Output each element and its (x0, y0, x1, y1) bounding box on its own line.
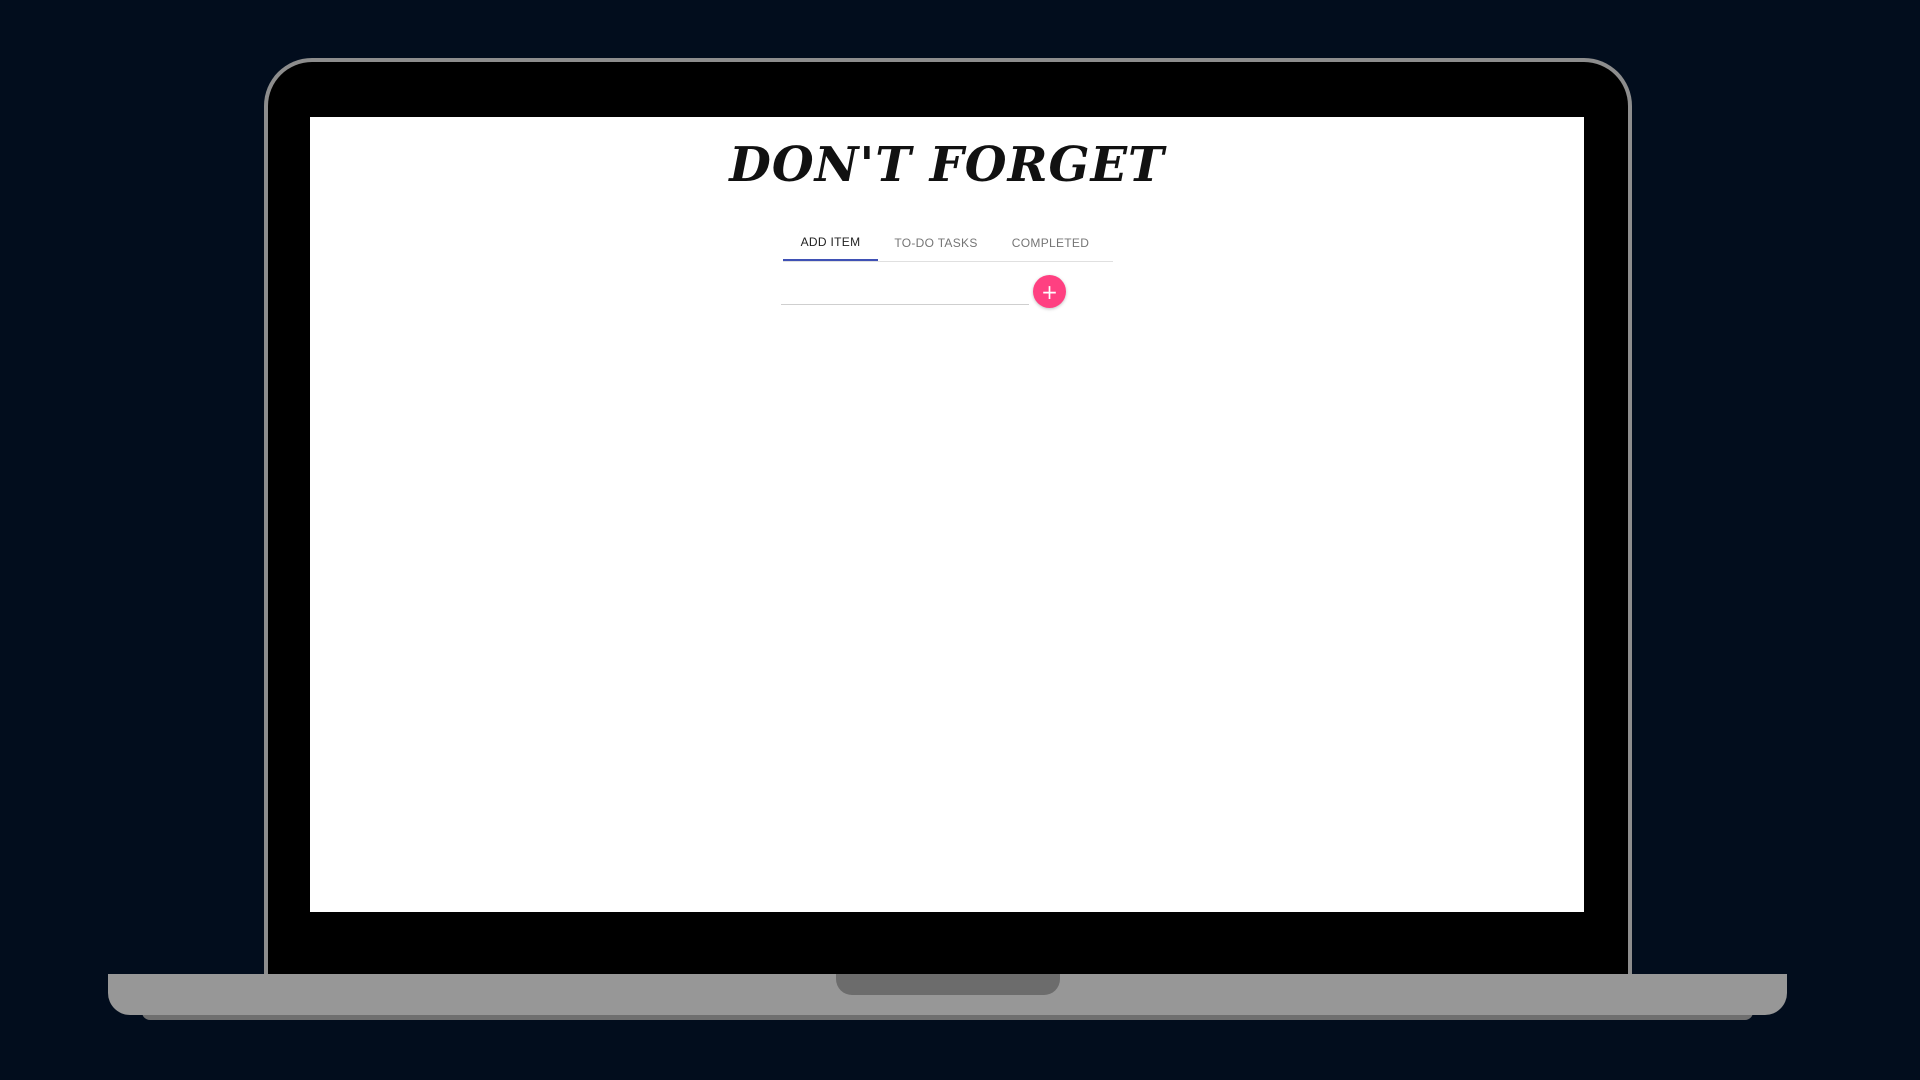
new-item-input[interactable] (781, 282, 1029, 305)
tab-add-item[interactable]: ADD ITEM (783, 225, 878, 261)
add-item-button[interactable]: + (1033, 275, 1066, 308)
app-title: DON'T FORGET (729, 137, 1165, 193)
tab-to-do-tasks[interactable]: TO-DO TASKS (878, 225, 994, 261)
laptop-notch (836, 974, 1060, 995)
plus-icon: + (1041, 279, 1058, 304)
laptop-screen: DON'T FORGET ADD ITEM TO-DO TASKS COMPLE… (310, 117, 1584, 912)
add-item-form: + (781, 272, 1081, 312)
tab-completed[interactable]: COMPLETED (994, 225, 1107, 261)
desktop-background: DON'T FORGET ADD ITEM TO-DO TASKS COMPLE… (0, 0, 1920, 1080)
todo-app: DON'T FORGET ADD ITEM TO-DO TASKS COMPLE… (310, 117, 1584, 912)
tab-bar: ADD ITEM TO-DO TASKS COMPLETED (783, 225, 1113, 262)
